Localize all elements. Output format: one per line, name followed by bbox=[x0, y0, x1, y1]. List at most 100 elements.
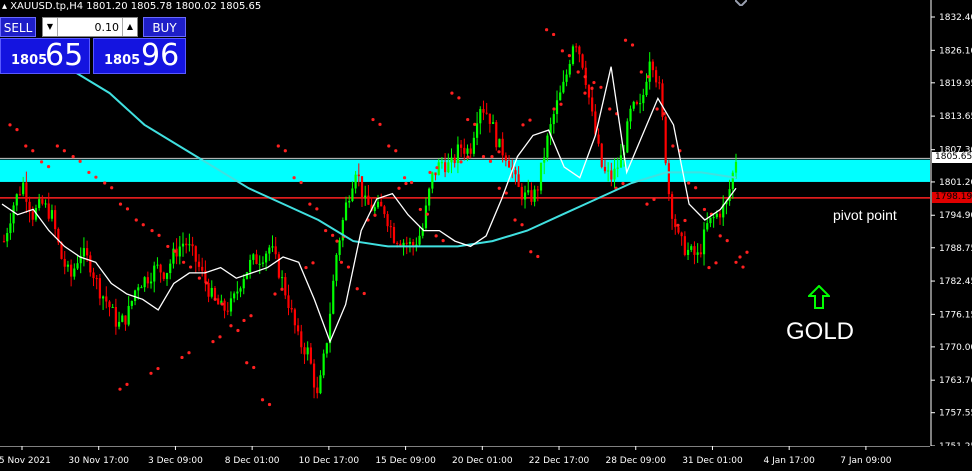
candle-body bbox=[683, 236, 686, 256]
candle-body bbox=[213, 287, 217, 299]
candle-body bbox=[527, 190, 530, 193]
candle-body bbox=[217, 298, 220, 305]
candle-body bbox=[354, 174, 357, 189]
candle-body bbox=[690, 246, 693, 250]
buy-price-button[interactable]: 1805 96 bbox=[93, 38, 186, 74]
lot-decrease-icon[interactable]: ▼ bbox=[43, 18, 58, 36]
lot-increase-icon[interactable]: ▲ bbox=[122, 18, 137, 36]
candle-body bbox=[149, 281, 153, 284]
sar-dot bbox=[488, 159, 493, 163]
lot-size-input[interactable] bbox=[59, 18, 121, 36]
candle-body bbox=[316, 387, 319, 394]
x-tick-label: 8 Dec 01:00 bbox=[225, 456, 280, 466]
sar-dot bbox=[671, 144, 675, 148]
candle-body bbox=[12, 205, 15, 224]
time-axis[interactable]: 25 Nov 2021 30 Nov 17:00 3 Dec 09:00 8 Dec … bbox=[0, 446, 972, 471]
candle-body bbox=[207, 282, 210, 297]
candle-body bbox=[408, 241, 412, 244]
sar-dot bbox=[504, 191, 508, 195]
buy-price-main: 96 bbox=[141, 38, 180, 73]
y-tick-label: 1826.10 bbox=[939, 46, 972, 56]
price-axis[interactable]: 1832.401826.101819.951813.651807.301801.… bbox=[930, 0, 972, 446]
candle-body bbox=[312, 363, 316, 388]
candle-body bbox=[252, 254, 255, 260]
candle-body bbox=[648, 61, 651, 82]
sar-dot bbox=[280, 287, 284, 291]
candle-body bbox=[15, 194, 18, 206]
sar-dot bbox=[687, 181, 691, 185]
sar-dot bbox=[180, 355, 184, 360]
sar-dot bbox=[434, 234, 438, 238]
candle-body bbox=[629, 108, 632, 122]
candle-body bbox=[479, 109, 482, 124]
candle-body bbox=[249, 259, 252, 273]
sar-dot bbox=[46, 165, 51, 169]
candle-body bbox=[507, 160, 511, 168]
candle-body bbox=[469, 148, 472, 154]
sell-button[interactable]: SELL bbox=[0, 17, 36, 37]
chart-window[interactable]: 1832.401826.101819.951813.651807.301801.… bbox=[0, 0, 972, 471]
candle-body bbox=[9, 223, 12, 234]
candle-body bbox=[709, 217, 712, 224]
sar-dot bbox=[404, 181, 408, 186]
candle-body bbox=[111, 307, 114, 309]
sar-dot bbox=[683, 218, 687, 223]
candle-body bbox=[718, 213, 722, 218]
candle-body bbox=[124, 315, 127, 325]
y-tick-label: 1813.65 bbox=[939, 112, 972, 122]
sar-dot bbox=[245, 361, 249, 365]
candle-body bbox=[201, 266, 204, 271]
sar-dot bbox=[559, 102, 563, 106]
candle-body bbox=[702, 229, 706, 255]
buy-button[interactable]: BUY bbox=[143, 17, 186, 37]
candle-body bbox=[360, 176, 364, 198]
sar-dot bbox=[409, 180, 414, 185]
sar-dot bbox=[55, 144, 59, 148]
candle-body bbox=[600, 143, 603, 167]
candle-body bbox=[607, 170, 610, 172]
x-tick-label: 31 Dec 01:00 bbox=[682, 456, 743, 466]
chevron-down-icon[interactable] bbox=[735, 0, 747, 6]
candle-body bbox=[191, 244, 194, 247]
candle-body bbox=[514, 170, 517, 175]
sar-dot bbox=[141, 223, 145, 227]
sar-dot bbox=[450, 91, 454, 95]
candle-body bbox=[543, 157, 546, 163]
sar-dot bbox=[702, 207, 707, 212]
candle-body bbox=[22, 182, 25, 195]
candle-body bbox=[303, 347, 306, 355]
candle-body bbox=[677, 227, 680, 233]
sar-dot bbox=[276, 144, 280, 148]
candle-body bbox=[453, 157, 456, 164]
candle-body bbox=[680, 232, 683, 237]
candle-body bbox=[463, 147, 466, 154]
candle-body bbox=[715, 213, 718, 218]
candle-body bbox=[44, 203, 47, 205]
candle-body bbox=[565, 74, 568, 82]
sar-dot bbox=[473, 122, 477, 126]
candle-body bbox=[268, 247, 271, 254]
sell-price-button[interactable]: 1805 65 bbox=[0, 38, 90, 74]
y-tick-label: 1832.40 bbox=[939, 13, 972, 23]
candle-body bbox=[428, 188, 431, 206]
candle-body bbox=[575, 46, 578, 48]
pivot-zone bbox=[0, 159, 930, 182]
candle-body bbox=[578, 46, 581, 55]
candle-body bbox=[597, 134, 600, 144]
candle-body bbox=[348, 200, 351, 203]
sar-dot bbox=[339, 260, 344, 264]
candle-body bbox=[175, 248, 178, 257]
candle-body bbox=[325, 343, 328, 354]
sell-price-main: 65 bbox=[45, 38, 84, 73]
sar-dot bbox=[652, 197, 656, 201]
y-tick-label: 1776.15 bbox=[939, 310, 972, 320]
candle-body bbox=[162, 272, 165, 279]
candle-body bbox=[105, 296, 108, 302]
sar-dot bbox=[373, 213, 377, 217]
y-tick-label: 1770.00 bbox=[939, 343, 972, 353]
candle-body bbox=[18, 194, 22, 196]
lot-size-field[interactable]: ▼ ▲ bbox=[42, 17, 138, 37]
sar-dot bbox=[490, 154, 494, 159]
y-tick-label: 1801.20 bbox=[939, 178, 972, 188]
sar-dot bbox=[528, 118, 532, 122]
